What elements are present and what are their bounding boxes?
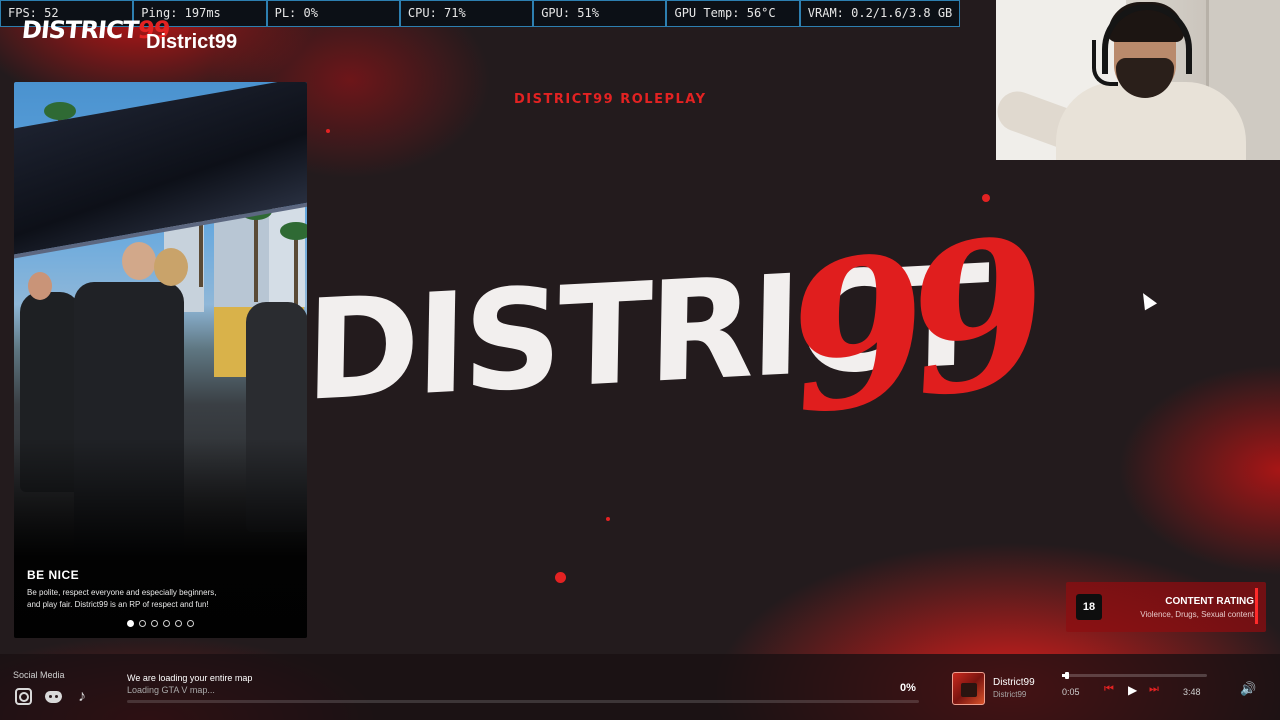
track-artist: District99	[993, 690, 1027, 699]
total-time: 3:48	[1183, 687, 1201, 697]
tips-carousel: BE NICE Be polite, respect everyone and …	[14, 82, 307, 638]
vram-stat: VRAM: 0.2/1.6/3.8 GB	[799, 0, 960, 27]
carousel-dot[interactable]	[163, 620, 170, 627]
tip-title: BE NICE	[27, 568, 80, 582]
social-media-label: Social Media	[13, 670, 65, 680]
webcam-feed	[996, 0, 1280, 160]
content-rating-title: CONTENT RATING	[1165, 596, 1254, 607]
tiktok-icon[interactable]: ♪	[73, 688, 91, 706]
loading-subtitle: Loading GTA V map...	[127, 685, 215, 695]
packet-loss-stat: PL: 0%	[266, 0, 400, 27]
scene-person-face	[28, 272, 52, 300]
content-rating-accent	[1255, 588, 1258, 624]
microphone	[1092, 40, 1118, 86]
scene-person-face	[122, 242, 156, 280]
track-seek-bar[interactable]	[1062, 672, 1207, 679]
current-time: 0:05	[1062, 687, 1080, 697]
discord-icon-shape	[44, 691, 62, 703]
hero-logo: DISTRICT 99	[304, 194, 1045, 460]
content-rating-panel: 18 CONTENT RATING Violence, Drugs, Sexua…	[1066, 582, 1266, 632]
gpu-stat: GPU: 51%	[533, 0, 667, 27]
track-seek-knob[interactable]	[1065, 672, 1070, 679]
gpu-temp-stat: GPU Temp: 56°C	[666, 0, 800, 27]
play-icon[interactable]: ▶	[1128, 683, 1137, 697]
tip-description: Be polite, respect everyone and especial…	[27, 588, 217, 609]
carousel-dot[interactable]	[127, 620, 134, 627]
hero-logo-number: 99	[772, 194, 1046, 461]
scene-person-face	[154, 248, 188, 286]
carousel-dots	[127, 620, 194, 627]
carousel-dot[interactable]	[139, 620, 146, 627]
server-name: District99	[146, 31, 238, 53]
palm-tree	[240, 202, 272, 302]
loading-progress-bar	[127, 700, 919, 703]
carousel-dot[interactable]	[187, 620, 194, 627]
hero-tagline: DISTRICT99 ROLEPLAY	[514, 92, 707, 107]
carousel-dot[interactable]	[151, 620, 158, 627]
carousel-image	[14, 82, 307, 638]
palm-tree	[280, 222, 307, 312]
volume-icon[interactable]: 🔊	[1240, 681, 1256, 697]
content-rating-descriptors: Violence, Drugs, Sexual content	[1140, 610, 1254, 619]
brand-logo-word: DISTRICT	[20, 16, 140, 44]
paint-splatter	[555, 572, 566, 583]
next-track-icon[interactable]: ⏭	[1149, 683, 1159, 696]
carousel-dot[interactable]	[175, 620, 182, 627]
discord-icon[interactable]	[44, 688, 62, 706]
cpu-stat: CPU: 71%	[399, 0, 534, 27]
paint-splatter	[606, 517, 610, 521]
loading-title: We are loading your entire map	[127, 673, 253, 683]
track-title: District99	[993, 677, 1035, 688]
paint-splatter	[326, 129, 330, 133]
previous-track-icon[interactable]: ⏮	[1104, 683, 1114, 696]
album-art	[952, 672, 985, 705]
instagram-icon[interactable]	[15, 688, 32, 705]
loading-percent: 0%	[900, 682, 916, 694]
age-rating-badge: 18	[1076, 594, 1102, 620]
bottom-bar: Social Media ♪ We are loading your entir…	[0, 654, 1280, 720]
